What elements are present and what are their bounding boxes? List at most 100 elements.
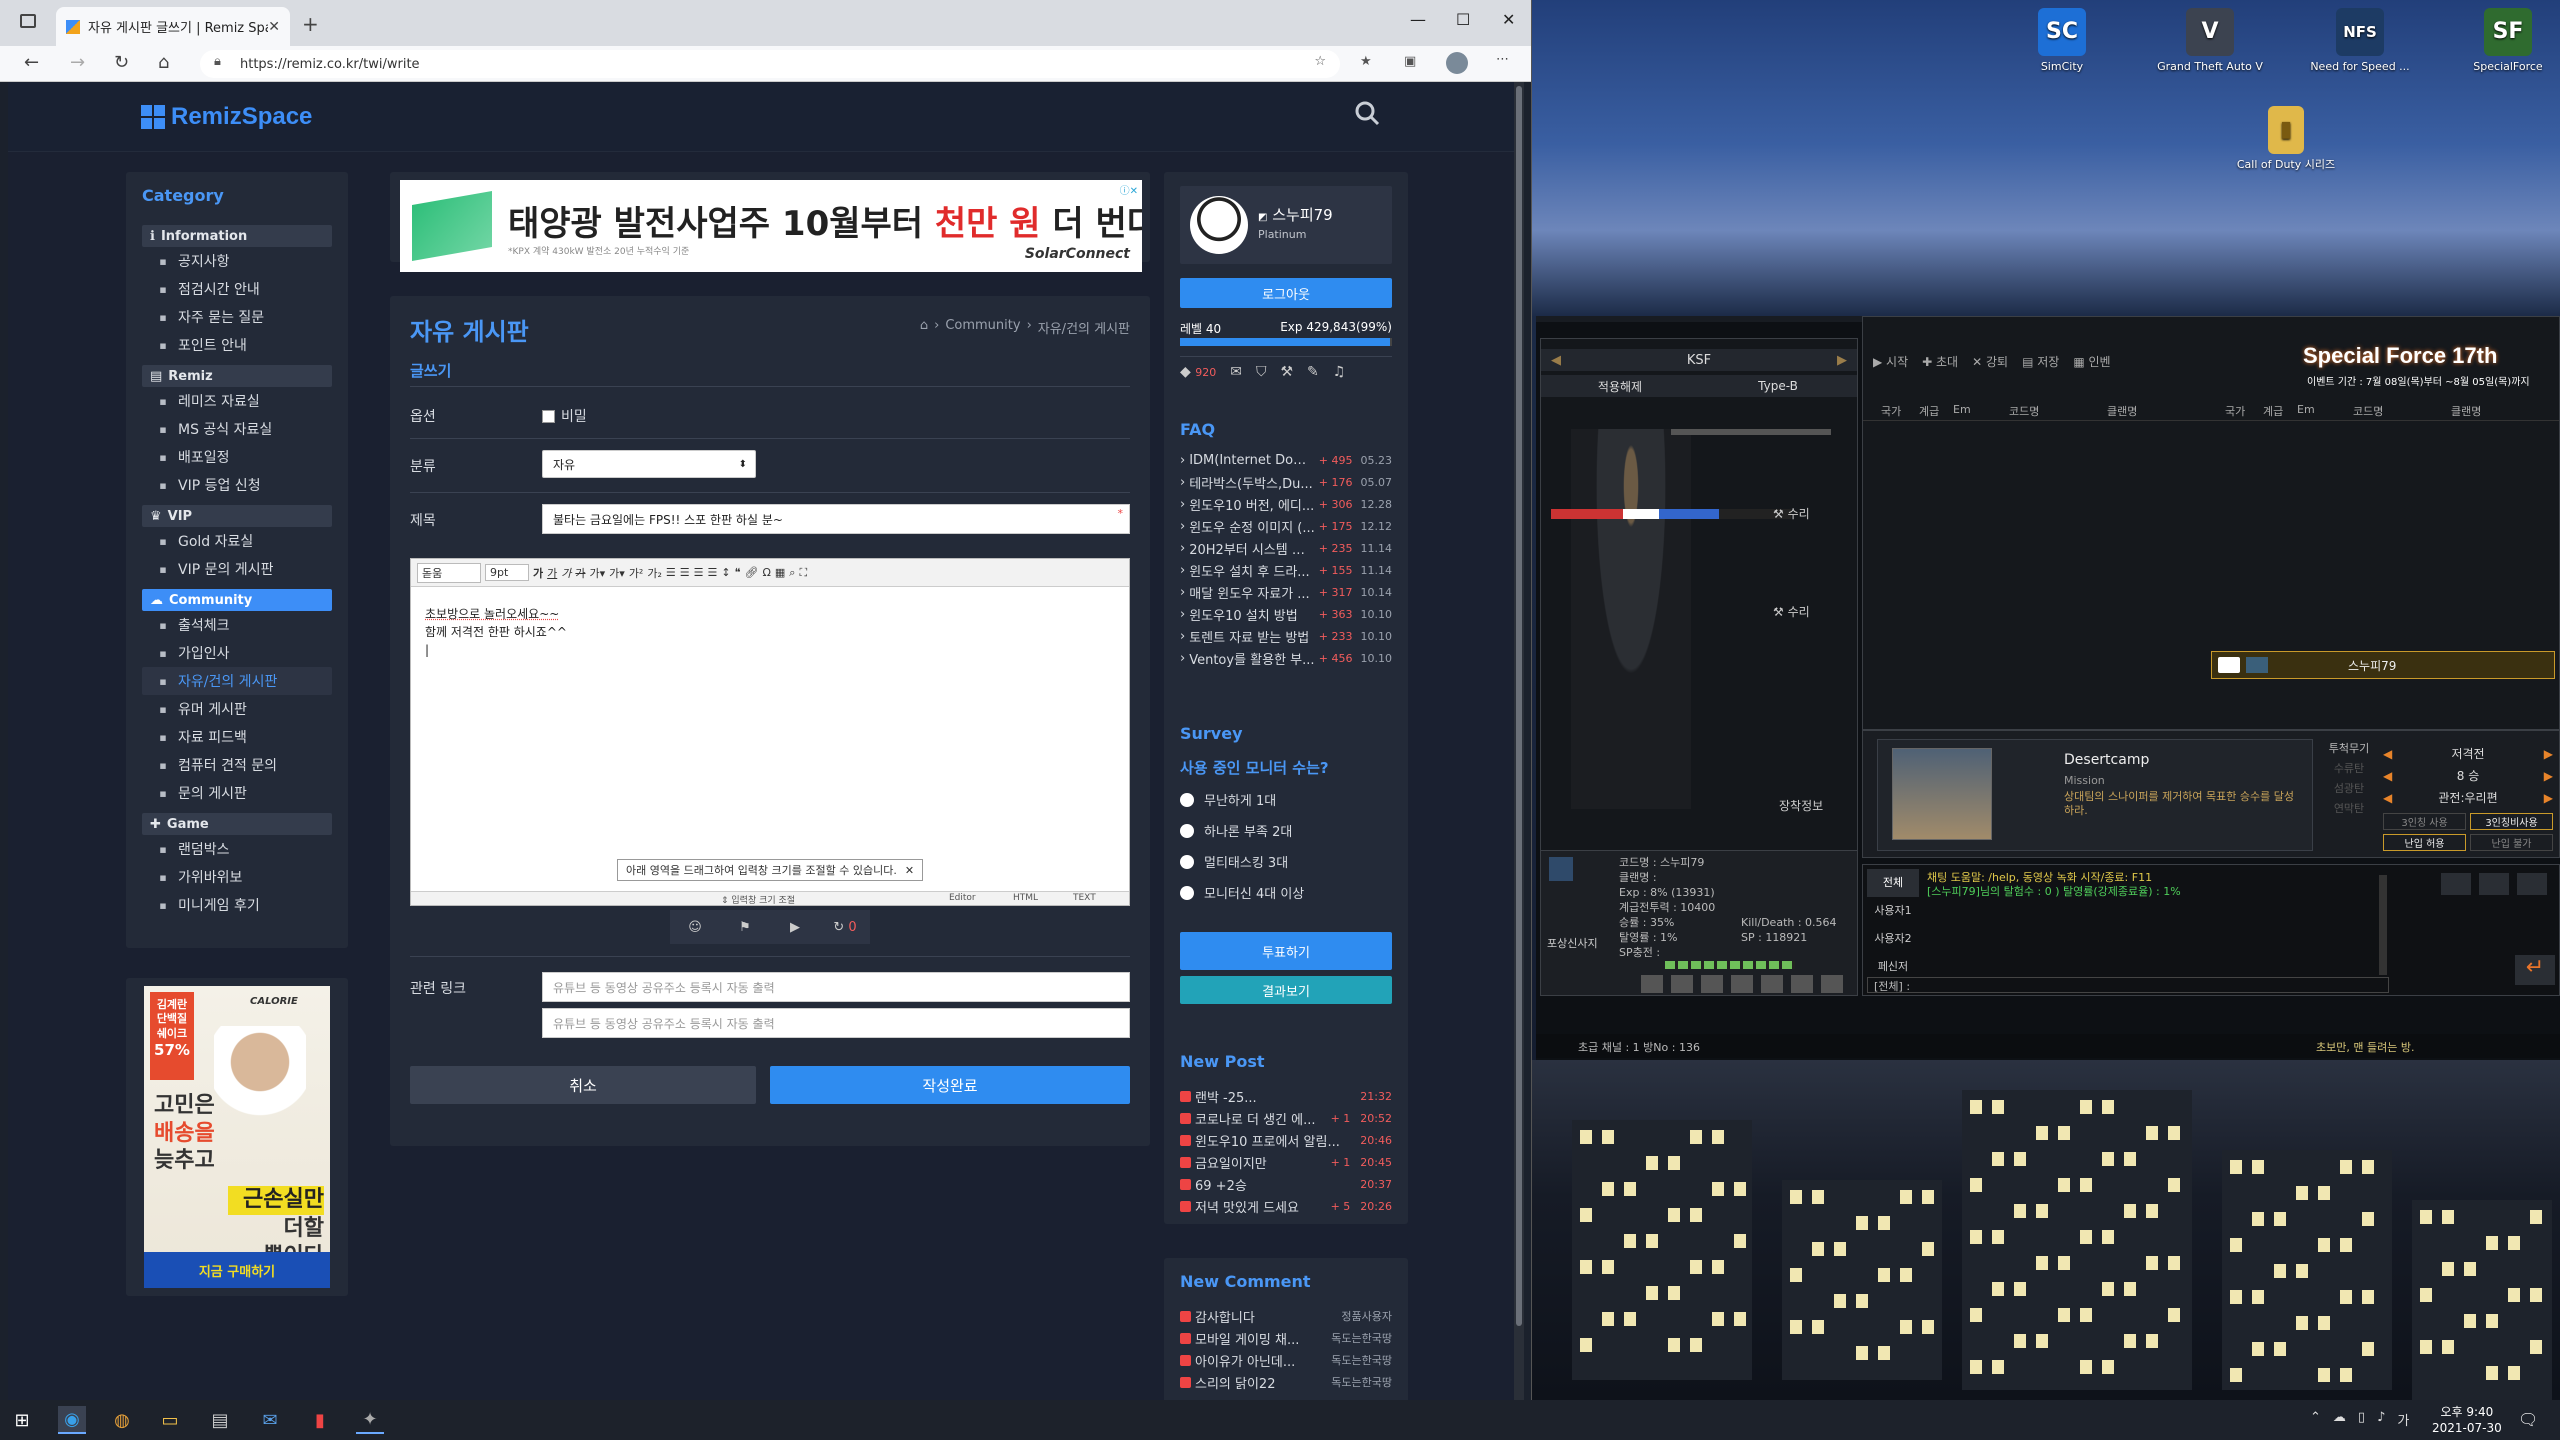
- result-button[interactable]: 결과보기: [1180, 976, 1392, 1004]
- ime-indicator[interactable]: 가: [2397, 1410, 2409, 1429]
- font-color-icon[interactable]: 가▾: [590, 565, 606, 581]
- vote-button[interactable]: 투표하기: [1180, 932, 1392, 970]
- close-window-icon[interactable]: ✕: [1502, 10, 1515, 29]
- survey-option[interactable]: 무난하게 1대: [1164, 784, 1408, 815]
- subscript-icon[interactable]: 가₂: [647, 565, 662, 581]
- faq-item[interactable]: › 윈도우 설치 후 드라... + 155 11.14: [1164, 559, 1408, 581]
- team-next-icon[interactable]: ▶: [1837, 353, 1847, 368]
- chat-tools[interactable]: [2441, 873, 2551, 895]
- cancel-button[interactable]: 취소: [410, 1066, 756, 1104]
- weapon-filter-btn[interactable]: 연막탄: [2319, 799, 2379, 819]
- category-item[interactable]: ▪ 유머 게시판: [156, 695, 348, 723]
- desktop-icon-callofduty[interactable]: ▮ Call of Duty 시리즈: [2226, 106, 2346, 171]
- link-icon[interactable]: 🔗︎: [745, 566, 759, 579]
- close-icon[interactable]: ✕: [905, 864, 914, 877]
- minimize-icon[interactable]: —: [1410, 10, 1426, 29]
- breadcrumb-community[interactable]: Community: [945, 318, 1020, 337]
- setting-observe[interactable]: ◀ 관전:우리편 ▶: [2383, 787, 2553, 809]
- new-comment-item[interactable]: 아이유가 아닌데... 독도는한국땅: [1164, 1349, 1408, 1371]
- editor-body[interactable]: 초보방으로 놀러오세요~~ 함께 저격전 한판 하시죠^^ |: [411, 587, 1129, 677]
- radio-button[interactable]: [1180, 823, 1194, 838]
- setting-mode[interactable]: ◀ 저격전 ▶: [2383, 743, 2553, 765]
- top-ad[interactable]: 태양광 발전사업주 10월부터 천만 원 더 번다 *KPX 계약 430kW …: [400, 180, 1142, 272]
- mode-editor[interactable]: Editor: [949, 893, 976, 903]
- team-selector[interactable]: ◀ KSF ▶: [1541, 349, 1857, 371]
- faq-item[interactable]: › 윈도우10 버전, 에디... + 306 12.28: [1164, 493, 1408, 515]
- faq-item[interactable]: › 윈도우 순정 이미지 (... + 175 12.12: [1164, 515, 1408, 537]
- speaker-icon[interactable]: ♪: [2377, 1410, 2385, 1429]
- pencil-icon[interactable]: ✎: [1307, 364, 1319, 380]
- resize-handle[interactable]: ⇕ 입력창 크기 조절: [721, 893, 795, 906]
- category-item[interactable]: ▪ 가입인사: [156, 639, 348, 667]
- category-item[interactable]: ▪ 레미즈 자료실: [156, 387, 348, 415]
- back-icon[interactable]: ←: [24, 52, 39, 73]
- inventory-button[interactable]: ▦ 인벤: [2073, 353, 2110, 370]
- new-comment-item[interactable]: 모바일 게이밍 채... 독도는한국땅: [1164, 1327, 1408, 1349]
- tray-up-icon[interactable]: ⌃: [2310, 1410, 2321, 1429]
- submit-button[interactable]: 작성완료: [770, 1066, 1130, 1104]
- player-row[interactable]: 스누피79: [2211, 651, 2555, 679]
- category-group-information[interactable]: ℹ Information: [142, 225, 332, 247]
- notification-icon[interactable]: 🗨︎: [2518, 1410, 2538, 1429]
- radio-button[interactable]: [1180, 854, 1194, 869]
- new-comment-item[interactable]: 스리의 닭이22 독도는한국땅: [1164, 1371, 1408, 1393]
- faq-item[interactable]: › 매달 윈도우 자료가 ... + 317 10.14: [1164, 581, 1408, 603]
- point-button[interactable]: ◆ 920: [1180, 364, 1216, 380]
- desktop-icon-nfs[interactable]: NFS Need for Speed ...: [2300, 8, 2420, 73]
- faq-item[interactable]: › 윈도우10 설치 방법 + 363 10.10: [1164, 603, 1408, 625]
- quote-icon[interactable]: ❝: [735, 566, 741, 579]
- radio-button[interactable]: [1180, 885, 1194, 900]
- fullscreen-icon[interactable]: ⛶: [799, 566, 807, 580]
- home-icon[interactable]: ⌂: [920, 318, 928, 337]
- scrollbar-thumb[interactable]: [1516, 86, 1522, 1326]
- photo-button[interactable]: 포상신사지: [1547, 935, 1598, 951]
- favorites-icon[interactable]: ★: [1360, 54, 1372, 69]
- invite-button[interactable]: ✚ 초대: [1922, 353, 1958, 370]
- category-item[interactable]: ▪ MS 공식 자료실: [156, 415, 348, 443]
- category-group-remiz[interactable]: ▤ Remiz: [142, 365, 332, 387]
- faq-item[interactable]: › 20H2부터 시스템 정... + 235 11.14: [1164, 537, 1408, 559]
- kick-button[interactable]: ✕ 강퇴: [1972, 353, 2008, 370]
- favorite-star-icon[interactable]: ☆: [1314, 54, 1326, 69]
- team-prev-icon[interactable]: ◀: [1551, 353, 1561, 368]
- new-post-item[interactable]: 금요일이지만 + 1 20:45: [1164, 1151, 1408, 1173]
- new-tab-icon[interactable]: +: [302, 12, 319, 36]
- forward-icon[interactable]: →: [70, 52, 85, 73]
- category-group-community[interactable]: ☁ Community: [142, 589, 332, 611]
- profile-avatar[interactable]: [1446, 52, 1468, 74]
- chat-tab[interactable]: 사용자2: [1867, 925, 1919, 953]
- desktop-icon-gta[interactable]: V Grand Theft Auto V: [2150, 8, 2270, 73]
- category-item[interactable]: ▪ 가위바위보: [156, 863, 348, 891]
- bookmark-icon[interactable]: ⛉: [1256, 364, 1267, 380]
- font-select[interactable]: 돋움: [417, 562, 481, 583]
- enter-icon[interactable]: ↵: [2515, 955, 2555, 985]
- find-icon[interactable]: ⌕: [789, 566, 795, 580]
- faq-item[interactable]: › IDM(Internet Downl... + 495 05.23: [1164, 449, 1408, 471]
- underline-icon[interactable]: 가: [547, 565, 557, 581]
- ad-close-icon[interactable]: ⓘ✕: [1120, 182, 1138, 197]
- desktop-icon-specialforce[interactable]: SF SpecialForce: [2448, 8, 2560, 73]
- size-select[interactable]: 9pt: [485, 564, 529, 581]
- category-group-vip[interactable]: ♛ VIP: [142, 505, 332, 527]
- view-option-btn[interactable]: 난입 허용: [2383, 834, 2466, 851]
- justify-icon[interactable]: ☰: [708, 566, 718, 579]
- start-button[interactable]: ▶ 시작: [1873, 353, 1908, 370]
- category-item[interactable]: ▪ 문의 게시판: [156, 779, 348, 807]
- view-option-btn[interactable]: 3인칭비사용: [2470, 813, 2553, 830]
- bell-icon[interactable]: ♫: [1333, 364, 1346, 380]
- special-char-icon[interactable]: Ω: [762, 566, 770, 579]
- new-post-item[interactable]: 코로나로 더 생긴 에... + 1 20:52: [1164, 1107, 1408, 1129]
- category-item[interactable]: ▪ 포인트 안내: [156, 331, 348, 359]
- bg-color-icon[interactable]: 가▾: [609, 565, 625, 581]
- close-tab-icon[interactable]: ✕: [268, 19, 280, 35]
- faq-item[interactable]: › 토렌트 자료 받는 방법 + 233 10.10: [1164, 625, 1408, 647]
- home-icon[interactable]: ⌂: [158, 52, 169, 73]
- new-post-item[interactable]: 69 +2승 20:37: [1164, 1173, 1408, 1195]
- category-item[interactable]: ▪ 점검시간 안내: [156, 275, 348, 303]
- specialforce-task-icon[interactable]: ✦: [356, 1406, 384, 1434]
- align-right-icon[interactable]: ☰: [694, 566, 704, 579]
- new-post-item[interactable]: 저녁 맛있게 드세요 + 5 20:26: [1164, 1195, 1408, 1217]
- bold-icon[interactable]: 가: [533, 565, 543, 581]
- desktop-icon-simcity[interactable]: SC SimCity: [2002, 8, 2122, 73]
- category-item[interactable]: ▪ Gold 자료실: [156, 527, 348, 555]
